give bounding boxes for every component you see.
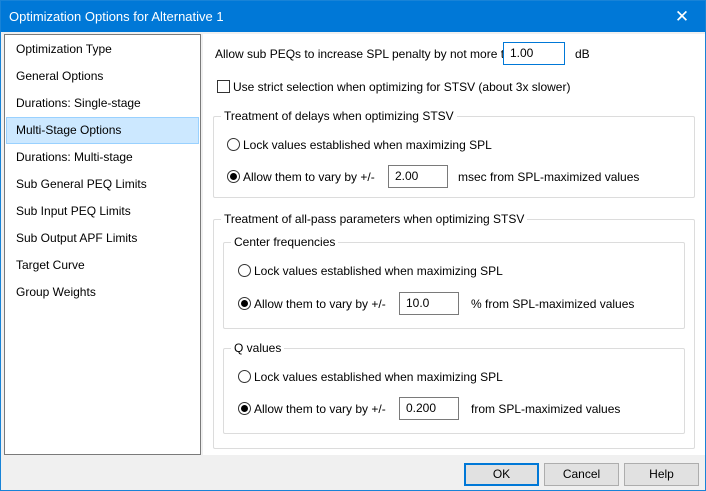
center-lock-radio[interactable] <box>238 264 251 277</box>
sidebar-item-label: Sub General PEQ Limits <box>16 177 147 191</box>
sidebar-item-label: Group Weights <box>16 285 96 299</box>
sidebar-item-label: Sub Output APF Limits <box>16 231 138 245</box>
options-sidebar: Optimization Type General Options Durati… <box>4 34 201 455</box>
sidebar-item-durations-multi-stage[interactable]: Durations: Multi-stage <box>6 144 199 171</box>
q-lock-radio[interactable] <box>238 370 251 383</box>
sidebar-item-label: General Options <box>16 69 104 83</box>
sidebar-item-label: Optimization Type <box>16 42 112 56</box>
options-panel: Allow sub PEQs to increase SPL penalty b… <box>203 34 705 455</box>
center-vary-radio[interactable] <box>238 297 251 310</box>
center-freq-group-title: Center frequencies <box>231 235 339 249</box>
sidebar-item-sub-input-peq-limits[interactable]: Sub Input PEQ Limits <box>6 198 199 225</box>
center-vary-suffix: % from SPL-maximized values <box>471 297 635 311</box>
q-vary-input[interactable]: 0.200 <box>399 397 459 420</box>
sidebar-item-label: Sub Input PEQ Limits <box>16 204 131 218</box>
center-vary-input[interactable]: 10.0 <box>399 292 459 315</box>
close-icon[interactable]: ✕ <box>659 1 705 32</box>
spl-penalty-label: Allow sub PEQs to increase SPL penalty b… <box>215 47 525 61</box>
dialog-window: Optimization Options for Alternative 1 ✕… <box>0 0 706 491</box>
sidebar-item-sub-output-apf-limits[interactable]: Sub Output APF Limits <box>6 225 199 252</box>
delays-lock-label: Lock values established when maximizing … <box>243 138 492 152</box>
delays-vary-input[interactable]: 2.00 <box>388 165 448 188</box>
q-values-group-title: Q values <box>231 341 285 355</box>
sidebar-item-durations-single-stage[interactable]: Durations: Single-stage <box>6 90 199 117</box>
sidebar-item-sub-general-peq-limits[interactable]: Sub General PEQ Limits <box>6 171 199 198</box>
sidebar-item-label: Durations: Multi-stage <box>16 150 133 164</box>
sidebar-item-group-weights[interactable]: Group Weights <box>6 279 199 306</box>
strict-selection-label: Use strict selection when optimizing for… <box>233 80 571 94</box>
sidebar-item-label: Durations: Single-stage <box>16 96 141 110</box>
delays-vary-label: Allow them to vary by +/- <box>243 170 375 184</box>
delays-vary-radio[interactable] <box>227 170 240 183</box>
center-lock-label: Lock values established when maximizing … <box>254 264 503 278</box>
sidebar-item-multi-stage-options[interactable]: Multi-Stage Options <box>6 117 199 144</box>
sidebar-item-label: Multi-Stage Options <box>16 123 122 137</box>
sidebar-item-general-options[interactable]: General Options <box>6 63 199 90</box>
help-button[interactable]: Help <box>624 463 699 486</box>
sidebar-item-label: Target Curve <box>16 258 85 272</box>
spl-penalty-input[interactable]: 1.00 <box>503 42 565 65</box>
q-vary-label: Allow them to vary by +/- <box>254 402 386 416</box>
q-lock-label: Lock values established when maximizing … <box>254 370 503 384</box>
ok-button[interactable]: OK <box>464 463 539 486</box>
q-values-group <box>223 348 685 434</box>
center-vary-label: Allow them to vary by +/- <box>254 297 386 311</box>
window-title: Optimization Options for Alternative 1 <box>9 9 224 24</box>
strict-selection-checkbox[interactable] <box>217 80 230 93</box>
sidebar-item-optimization-type[interactable]: Optimization Type <box>6 36 199 63</box>
allpass-group-title: Treatment of all-pass parameters when op… <box>221 212 528 226</box>
q-vary-suffix: from SPL-maximized values <box>471 402 621 416</box>
delays-group <box>213 116 695 198</box>
cancel-button[interactable]: Cancel <box>544 463 619 486</box>
q-vary-radio[interactable] <box>238 402 251 415</box>
sidebar-item-target-curve[interactable]: Target Curve <box>6 252 199 279</box>
delays-vary-suffix: msec from SPL-maximized values <box>458 170 640 184</box>
delays-group-title: Treatment of delays when optimizing STSV <box>221 109 457 123</box>
delays-lock-radio[interactable] <box>227 138 240 151</box>
spl-penalty-unit: dB <box>575 47 590 61</box>
center-freq-group <box>223 242 685 329</box>
title-bar: Optimization Options for Alternative 1 ✕ <box>1 1 705 32</box>
